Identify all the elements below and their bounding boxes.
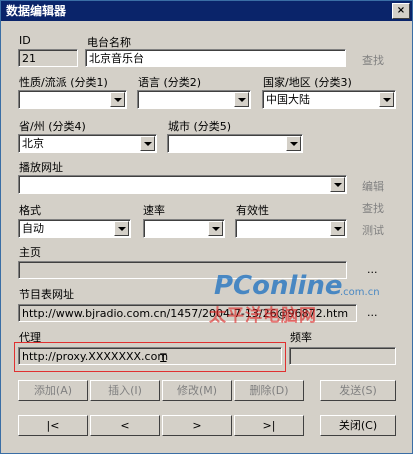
- province-value: 北京: [22, 137, 44, 150]
- find-station-link[interactable]: 查找: [362, 52, 384, 68]
- id-field[interactable]: 21: [18, 49, 78, 67]
- province-label: 省/州 (分类4): [19, 120, 86, 133]
- chevron-down-icon[interactable]: [330, 221, 345, 236]
- window-title: 数据编辑器: [6, 4, 67, 18]
- id-label: ID: [19, 34, 31, 47]
- country-select[interactable]: 中国大陆: [262, 90, 396, 109]
- chevron-down-icon[interactable]: [114, 221, 129, 236]
- proxy-field[interactable]: http://proxy.XXXXXXX.com Ɪ: [18, 347, 282, 365]
- delete-button[interactable]: 删除(D): [234, 380, 304, 401]
- play-url-label: 播放网址: [19, 161, 63, 174]
- country-value: 中国大陆: [266, 93, 310, 106]
- country-label: 国家/地区 (分类3): [263, 76, 352, 89]
- play-url-select[interactable]: [18, 175, 347, 194]
- watermark-brand: PConline: [214, 271, 343, 301]
- data-editor-window: 数据编辑器 × ID 电台名称 21 北京音乐台 查找 性质/流派 (分类1) …: [0, 0, 413, 454]
- station-name-label: 电台名称: [87, 36, 131, 49]
- chevron-down-icon[interactable]: [208, 221, 223, 236]
- frequency-label: 频率: [290, 331, 312, 344]
- next-record-button[interactable]: >: [162, 415, 232, 436]
- add-button[interactable]: 添加(A): [18, 380, 88, 401]
- homepage-label: 主页: [19, 246, 41, 259]
- chevron-down-icon[interactable]: [234, 92, 249, 107]
- chevron-down-icon[interactable]: [110, 92, 125, 107]
- chevron-down-icon[interactable]: [379, 92, 394, 107]
- homepage-browse-button[interactable]: ...: [367, 263, 378, 276]
- chevron-down-icon[interactable]: [286, 136, 301, 151]
- watermark-slogan: 太平洋电脑网: [209, 306, 317, 326]
- last-record-button[interactable]: >|: [234, 415, 304, 436]
- insert-button[interactable]: 插入(I): [90, 380, 160, 401]
- watermark-domain: .com.cn: [340, 287, 380, 298]
- test-link[interactable]: 测试: [362, 222, 384, 238]
- station-name-field[interactable]: 北京音乐台: [85, 49, 346, 67]
- first-record-button[interactable]: |<: [18, 415, 88, 436]
- close-button[interactable]: 关闭(C): [320, 415, 396, 436]
- title-bar[interactable]: 数据编辑器 ×: [1, 1, 412, 21]
- schedule-browse-button[interactable]: ...: [367, 306, 378, 319]
- prev-record-button[interactable]: <: [90, 415, 160, 436]
- modify-button[interactable]: 修改(M): [162, 380, 232, 401]
- format-select[interactable]: 自动: [18, 219, 131, 238]
- language-label: 语言 (分类2): [138, 76, 202, 89]
- chevron-down-icon[interactable]: [330, 177, 345, 192]
- validity-select[interactable]: [235, 219, 347, 238]
- format-value: 自动: [22, 222, 44, 235]
- format-label: 格式: [19, 204, 41, 217]
- text-cursor-icon: Ɪ: [160, 351, 167, 365]
- city-label: 城市 (分类5): [168, 120, 232, 133]
- proxy-value: http://proxy.XXXXXXX.com: [22, 350, 169, 363]
- edit-link[interactable]: 编辑: [362, 178, 384, 194]
- close-window-button[interactable]: ×: [392, 3, 410, 19]
- rate-label: 速率: [143, 204, 165, 217]
- validity-label: 有效性: [236, 204, 269, 217]
- schedule-url-label: 节目表网址: [19, 288, 74, 301]
- rate-select[interactable]: [143, 219, 225, 238]
- province-select[interactable]: 北京: [18, 134, 157, 153]
- send-button[interactable]: 发送(S): [320, 380, 396, 401]
- find-format-link[interactable]: 查找: [362, 200, 384, 216]
- language-select[interactable]: [137, 90, 251, 109]
- genre-select[interactable]: [18, 90, 127, 109]
- genre-label: 性质/流派 (分类1): [19, 76, 108, 89]
- city-select[interactable]: [167, 134, 303, 153]
- frequency-field[interactable]: [289, 347, 396, 365]
- chevron-down-icon[interactable]: [140, 136, 155, 151]
